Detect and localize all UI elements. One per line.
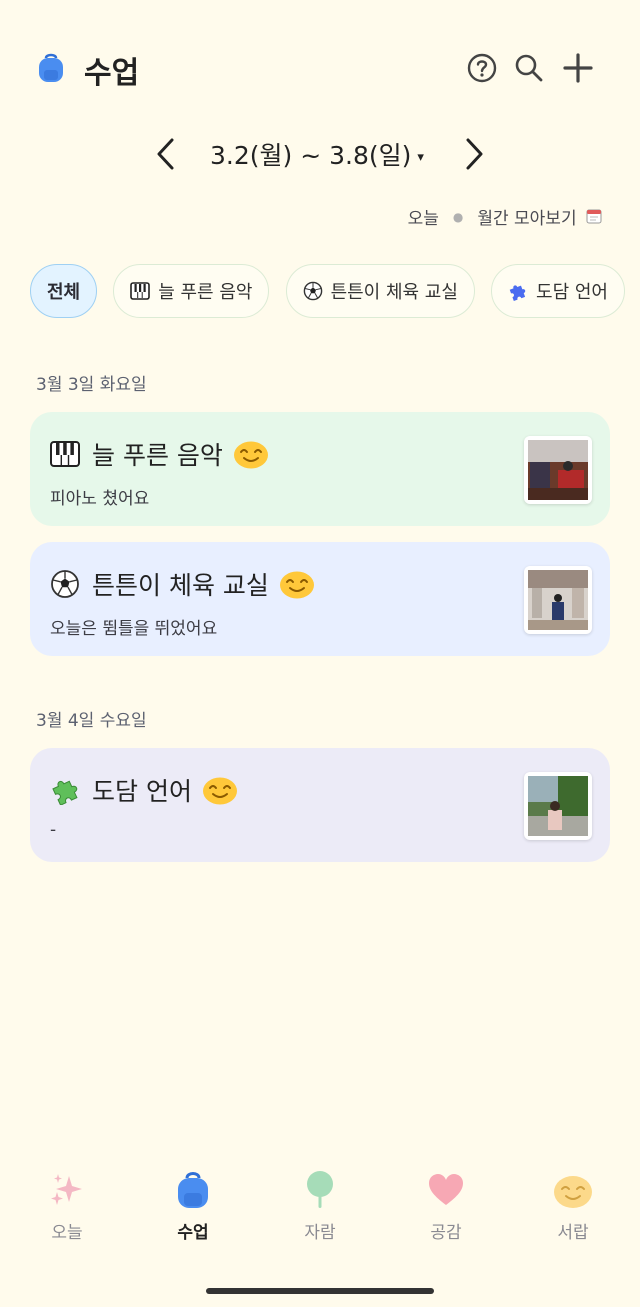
tab-class[interactable]: 수업 <box>129 1160 257 1246</box>
search-button[interactable] <box>509 48 549 88</box>
class-card-pe[interactable]: 튼튼이 체육 교실 오늘은 뜀틀을 뛰었어요 <box>30 542 610 656</box>
puzzle-icon <box>509 285 526 301</box>
monthly-view-link[interactable]: 월간 모아보기 <box>477 204 602 229</box>
card-title: 튼튼이 체육 교실 <box>50 566 315 602</box>
backpack-icon <box>178 1172 208 1208</box>
add-button[interactable] <box>558 48 598 88</box>
class-filter-chips: 전체 늘 푸른 음악 튼튼이 체육 교실 도담 언어 <box>30 264 640 320</box>
plus-icon <box>563 53 593 83</box>
chip-label: 튼튼이 체육 교실 <box>330 282 458 303</box>
card-description: 오늘은 뜀틀을 뛰었어요 <box>50 619 218 639</box>
help-icon <box>467 53 497 83</box>
section-date: 3월 4일 수요일 <box>36 711 147 731</box>
chip-label: 도담 언어 <box>536 282 608 303</box>
next-week-button[interactable] <box>454 132 494 176</box>
card-thumbnail[interactable] <box>524 566 592 634</box>
bottom-navigation: 오늘 수업 자람 공감 서랍 <box>0 1160 640 1250</box>
backpack-icon <box>39 53 63 82</box>
card-title-text: 늘 푸른 음악 <box>92 441 223 470</box>
smile-icon <box>279 571 314 599</box>
tab-empathy[interactable]: 공감 <box>382 1160 510 1246</box>
tab-label: 서랍 <box>557 1223 589 1243</box>
photo-thumbnail <box>528 776 588 836</box>
smile-icon <box>233 441 268 469</box>
chip-all[interactable]: 전체 <box>30 264 98 318</box>
card-title-text: 도담 언어 <box>92 777 192 806</box>
app-root: 수업 3.2(월) ~ 3.8(일) ▾ 오늘 ● 월간 모아보기 전체 늘 푸… <box>0 0 640 1307</box>
monthly-view-label: 월간 모아보기 <box>477 209 577 229</box>
soccer-ball-icon <box>303 281 322 301</box>
chip-language[interactable]: 도담 언어 <box>491 264 625 318</box>
tab-drawer[interactable]: 서랍 <box>509 1160 637 1246</box>
photo-thumbnail <box>528 570 588 630</box>
sparkle-icon <box>51 1174 82 1205</box>
prev-week-button[interactable] <box>146 132 186 176</box>
card-description: - <box>50 820 57 840</box>
caret-down-icon: ▾ <box>417 149 424 165</box>
week-range-selector[interactable]: 3.2(월) ~ 3.8(일) ▾ <box>210 136 424 172</box>
class-card-music[interactable]: 늘 푸른 음악 피아노 쳤어요 <box>30 412 610 526</box>
tab-growth[interactable]: 자람 <box>256 1160 384 1246</box>
separator-dot: ● <box>452 209 464 224</box>
chip-label: 전체 <box>47 282 81 303</box>
card-title-text: 튼튼이 체육 교실 <box>92 571 269 600</box>
chevron-left-icon <box>157 138 174 170</box>
chip-pe[interactable]: 튼튼이 체육 교실 <box>285 264 475 318</box>
home-indicator[interactable] <box>206 1288 434 1294</box>
view-links: 오늘 ● 월간 모아보기 <box>408 204 602 229</box>
tab-label: 수업 <box>177 1223 209 1243</box>
chevron-right-icon <box>466 138 483 170</box>
tree-icon <box>307 1171 333 1208</box>
calendar-icon <box>586 209 602 224</box>
heart-icon <box>429 1174 463 1205</box>
card-title: 도담 언어 <box>50 772 238 808</box>
smile-face-icon <box>554 1176 592 1208</box>
puzzle-icon <box>52 780 78 805</box>
today-link[interactable]: 오늘 <box>408 204 439 229</box>
page-title: 수업 <box>84 56 140 91</box>
help-button[interactable] <box>462 48 502 88</box>
piano-icon <box>50 441 80 467</box>
tab-label: 공감 <box>430 1223 462 1243</box>
section-date: 3월 3일 화요일 <box>36 375 147 395</box>
week-navigator: 3.2(월) ~ 3.8(일) ▾ <box>0 126 640 182</box>
week-range-label: 3.2(월) ~ 3.8(일) <box>210 141 412 170</box>
tab-label: 자람 <box>304 1223 336 1243</box>
header: 수업 <box>0 40 640 96</box>
search-icon <box>515 54 543 82</box>
card-description: 피아노 쳤어요 <box>50 489 150 509</box>
card-thumbnail[interactable] <box>524 772 592 840</box>
piano-icon <box>130 282 151 300</box>
soccer-ball-icon <box>51 570 79 598</box>
photo-thumbnail <box>528 440 588 500</box>
smile-icon <box>202 777 237 805</box>
chip-music[interactable]: 늘 푸른 음악 <box>113 264 270 318</box>
chip-label: 늘 푸른 음악 <box>158 282 253 303</box>
card-thumbnail[interactable] <box>524 436 592 504</box>
card-title: 늘 푸른 음악 <box>50 436 269 472</box>
class-card-language[interactable]: 도담 언어 - <box>30 748 610 862</box>
tab-today[interactable]: 오늘 <box>3 1160 131 1246</box>
tab-label: 오늘 <box>51 1223 83 1243</box>
